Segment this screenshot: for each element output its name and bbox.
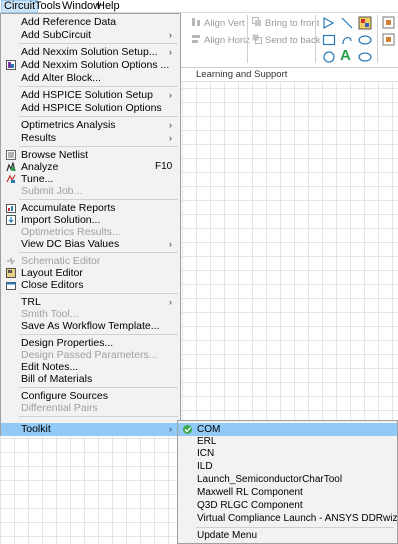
menu-item-schematic-editor[interactable]: Schematic Editor (1, 255, 180, 267)
accumulate-reports-icon (6, 204, 16, 213)
toolkit-item-q3d-rlgc-component[interactable]: Q3D RLGC Component (178, 500, 397, 512)
menu-tools[interactable]: Tools (33, 0, 63, 13)
image-tool-icon[interactable] (358, 16, 372, 30)
menu-item-design-passed-parameters[interactable]: Design Passed Parameters... (1, 349, 180, 361)
align-vert-icon (191, 17, 201, 27)
chevron-right-icon: › (169, 120, 172, 130)
chevron-right-icon: › (169, 133, 172, 143)
circuit-menu: Add Reference Data Add SubCircuit › Add … (0, 13, 181, 436)
menu-item-close-editors[interactable]: Close Editors (1, 279, 180, 291)
toolkit-item-virtual-compliance-launch[interactable]: Virtual Compliance Launch - ANSYS DDRwiz… (178, 513, 398, 525)
chevron-right-icon: › (169, 30, 172, 40)
menu-item-optimetrics-results[interactable]: Optimetrics Results... (1, 226, 180, 238)
menu-item-view-dc-bias-values[interactable]: View DC Bias Values › (1, 238, 180, 250)
bring-to-front-button[interactable]: Bring to front (252, 17, 319, 31)
menu-item-configure-sources[interactable]: Configure Sources (1, 390, 180, 402)
nexxim-options-icon (6, 60, 16, 70)
circle-tool-icon[interactable] (322, 50, 336, 64)
send-to-back-icon (252, 34, 262, 44)
menu-item-bill-of-materials[interactable]: Bill of Materials (1, 373, 180, 385)
layout-editor-icon (6, 268, 16, 278)
menu-item-add-nexxim-solution-setup[interactable]: Add Nexxim Solution Setup... › (1, 46, 180, 58)
toolkit-item-ild[interactable]: ILD (178, 461, 397, 473)
toolkit-item-maxwell-rl-component[interactable]: Maxwell RL Component (178, 487, 397, 499)
menu-item-add-hspice-solution-options[interactable]: Add HSPICE Solution Options (1, 102, 180, 114)
menu-item-tune[interactable]: Tune... (1, 173, 180, 185)
toolkit-item-erl[interactable]: ERL (178, 436, 397, 448)
menu-item-trl[interactable]: TRL › (1, 296, 180, 308)
oval-tool-icon[interactable] (358, 50, 372, 64)
menu-item-add-nexxim-solution-options[interactable]: Add Nexxim Solution Options ... (1, 59, 180, 71)
align-horiz-icon (191, 34, 201, 44)
menu-item-add-reference-data[interactable]: Add Reference Data (1, 16, 180, 28)
menu-item-layout-editor[interactable]: Layout Editor (1, 267, 180, 279)
menu-item-analyze[interactable]: Analyze F10 (1, 161, 180, 173)
text-tool-icon[interactable]: A (340, 47, 351, 64)
tune-icon (6, 174, 16, 183)
menu-item-design-properties[interactable]: Design Properties... (1, 337, 180, 349)
menu-separator (19, 199, 178, 200)
bring-to-front-icon (252, 17, 262, 27)
menu-item-results[interactable]: Results › (1, 132, 180, 144)
align-horiz-button[interactable]: Align Horiz (191, 34, 250, 48)
menu-separator (19, 334, 178, 335)
menu-separator (19, 146, 178, 147)
send-to-back-button[interactable]: Send to back (252, 34, 320, 48)
menu-item-optimetrics-analysis[interactable]: Optimetrics Analysis › (1, 119, 180, 131)
menubar: Circuit Tools Window Help (0, 0, 398, 13)
toolkit-item-launch-semiconductor-char-tool[interactable]: Launch_SemiconductorCharTool (178, 474, 397, 486)
ground-tool-icon[interactable] (382, 33, 396, 47)
menu-separator (19, 116, 178, 117)
toolkit-item-update-menu[interactable]: Update Menu (178, 530, 397, 542)
chevron-right-icon: › (169, 424, 172, 434)
toolkit-item-com[interactable]: COM (178, 423, 397, 436)
ellipse-tool-icon[interactable] (358, 33, 372, 47)
menu-item-add-alter-block[interactable]: Add Alter Block... (1, 72, 180, 84)
menu-item-import-solution[interactable]: Import Solution... (1, 214, 180, 226)
menu-separator (19, 43, 178, 44)
menu-separator (19, 86, 178, 87)
menu-item-differential-pairs[interactable]: Differential Pairs (1, 402, 180, 414)
menu-item-add-hspice-solution-setup[interactable]: Add HSPICE Solution Setup › (1, 89, 180, 101)
toolbar: Align Vert Align Horiz Bring to front Se… (180, 13, 398, 68)
netlist-icon (6, 150, 16, 160)
menu-separator (19, 293, 178, 294)
menu-item-add-subcircuit[interactable]: Add SubCircuit › (1, 29, 180, 41)
import-solution-icon (6, 215, 16, 225)
menu-separator (196, 527, 394, 528)
menu-item-smith-tool[interactable]: Smith Tool... (1, 308, 180, 320)
port-tool-icon[interactable] (382, 16, 396, 30)
chevron-right-icon: › (169, 239, 172, 249)
arc-tool-icon[interactable] (340, 33, 354, 47)
com-toolkit-icon (183, 425, 192, 434)
chevron-right-icon: › (169, 90, 172, 100)
line-tool-icon[interactable] (340, 16, 354, 30)
toolkit-submenu: COM ERL ICN ILD Launch_SemiconductorChar… (177, 420, 398, 544)
menu-item-toolkit[interactable]: Toolkit › (1, 423, 180, 436)
menu-separator (19, 387, 178, 388)
menu-item-submit-job[interactable]: Submit Job... (1, 185, 180, 197)
menu-item-save-as-workflow-template[interactable]: Save As Workflow Template... (1, 320, 180, 332)
close-editors-icon (6, 282, 16, 290)
align-vert-button[interactable]: Align Vert (191, 17, 245, 31)
schematic-editor-icon (7, 257, 15, 265)
analyze-icon (6, 162, 16, 172)
toolkit-item-icn[interactable]: ICN (178, 448, 397, 460)
ribbon-group-label: Learning and Support (180, 68, 398, 82)
menu-separator (19, 416, 178, 417)
chevron-right-icon: › (169, 47, 172, 57)
polyline-tool-icon[interactable] (322, 16, 336, 30)
menu-item-browse-netlist[interactable]: Browse Netlist (1, 149, 180, 161)
menu-item-accumulate-reports[interactable]: Accumulate Reports (1, 202, 180, 214)
menu-item-edit-notes[interactable]: Edit Notes... (1, 361, 180, 373)
chevron-right-icon: › (169, 297, 172, 307)
rectangle-tool-icon[interactable] (322, 33, 336, 47)
menu-help[interactable]: Help (95, 0, 122, 13)
menu-separator (19, 252, 178, 253)
